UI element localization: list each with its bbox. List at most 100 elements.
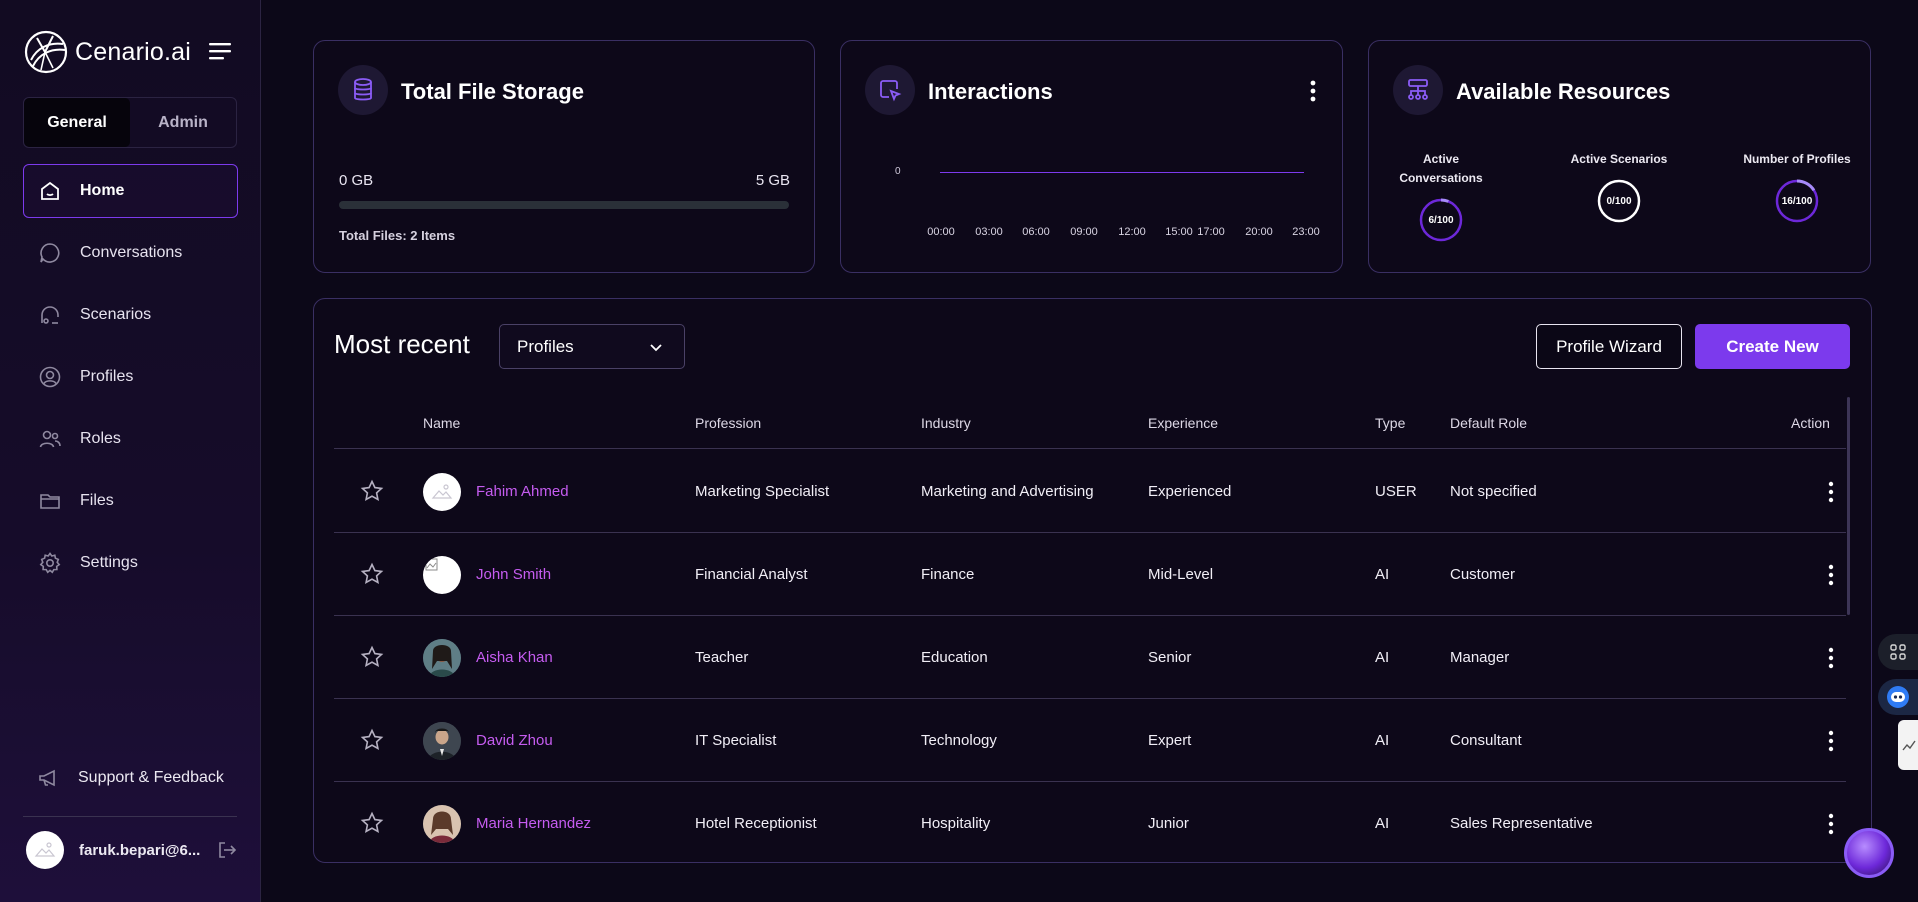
profile-wizard-button[interactable]: Profile Wizard bbox=[1536, 324, 1682, 369]
profile-name-link[interactable]: John Smith bbox=[476, 566, 551, 583]
sidebar-item-scenarios[interactable]: Scenarios bbox=[23, 288, 238, 342]
type-cell: AI bbox=[1375, 732, 1390, 749]
experience-cell: Junior bbox=[1148, 815, 1189, 832]
resource-value: 16/100 bbox=[1781, 195, 1813, 207]
segment-admin[interactable]: Admin bbox=[130, 98, 236, 147]
profile-name-link[interactable]: Fahim Ahmed bbox=[476, 483, 569, 500]
database-icon bbox=[338, 65, 388, 115]
column-header[interactable]: Profession bbox=[695, 415, 761, 431]
assistant-widget-button[interactable] bbox=[1878, 679, 1918, 715]
experience-cell: Mid-Level bbox=[1148, 566, 1214, 583]
brand[interactable]: Cenario.ai bbox=[23, 30, 191, 74]
logout-icon[interactable] bbox=[216, 839, 238, 861]
resource-ring: 0/100 bbox=[1597, 179, 1641, 223]
broken-image-icon bbox=[425, 558, 438, 571]
profile-name-link[interactable]: David Zhou bbox=[476, 732, 553, 749]
x-tick-label: 12:00 bbox=[1118, 226, 1146, 238]
cenario-logo-icon bbox=[24, 30, 68, 74]
row-actions-icon[interactable] bbox=[1819, 561, 1843, 589]
sidebar: Cenario.ai General Admin Home Conversati… bbox=[0, 0, 261, 902]
role-segmented-control: General Admin bbox=[23, 97, 237, 148]
user-account: faruk.bepari@6... bbox=[26, 831, 238, 869]
table-row: Fahim Ahmed Marketing Specialist Marketi… bbox=[334, 450, 1846, 533]
grid-icon bbox=[1890, 644, 1906, 660]
x-tick-label: 09:00 bbox=[1070, 226, 1098, 238]
more-options-icon[interactable] bbox=[1301, 77, 1325, 105]
user-circle-icon bbox=[38, 365, 62, 389]
column-header: Action bbox=[1791, 415, 1830, 431]
profession-cell: Financial Analyst bbox=[695, 566, 808, 583]
card-title: Available Resources bbox=[1456, 79, 1671, 104]
resource-label: Active Conversations bbox=[1399, 152, 1483, 185]
star-icon[interactable] bbox=[360, 479, 384, 503]
segment-general[interactable]: General bbox=[24, 98, 130, 147]
profession-cell: Hotel Receptionist bbox=[695, 815, 817, 832]
row-actions-icon[interactable] bbox=[1819, 727, 1843, 755]
hamburger-menu-icon[interactable] bbox=[206, 40, 234, 62]
storage-files-count: Total Files: 2 Items bbox=[339, 228, 456, 243]
user-email: faruk.bepari@6... bbox=[79, 841, 201, 859]
avatar bbox=[423, 722, 461, 760]
avatar[interactable] bbox=[26, 831, 64, 869]
gear-icon bbox=[38, 551, 62, 575]
resource-active-scenarios: Active Scenarios 0/100 bbox=[1559, 150, 1679, 223]
star-icon[interactable] bbox=[360, 811, 384, 835]
select-value: Profiles bbox=[517, 336, 574, 356]
resource-number-of-profiles: Number of Profiles 16/100 bbox=[1737, 150, 1857, 223]
brand-name: Cenario.ai bbox=[75, 37, 191, 66]
table-header: Name Profession Industry Experience Type… bbox=[334, 397, 1846, 449]
recent-type-select[interactable]: Profiles bbox=[499, 324, 685, 369]
x-tick-label: 03:00 bbox=[975, 226, 1003, 238]
type-cell: USER bbox=[1375, 483, 1417, 500]
storage-max-label: 5 GB bbox=[755, 172, 790, 189]
column-header[interactable]: Type bbox=[1375, 415, 1405, 431]
resource-ring: 6/100 bbox=[1419, 198, 1463, 242]
row-actions-icon[interactable] bbox=[1819, 810, 1843, 838]
cursor-click-icon bbox=[865, 65, 915, 115]
column-header[interactable]: Industry bbox=[921, 415, 971, 431]
sidebar-item-profiles[interactable]: Profiles bbox=[23, 350, 238, 404]
avatar bbox=[423, 639, 461, 677]
scenario-icon bbox=[38, 303, 62, 327]
industry-cell: Technology bbox=[921, 732, 997, 749]
resource-label: Active Scenarios bbox=[1570, 152, 1668, 166]
interactions-card: Interactions 0 00:00 03:00 06:00 09:00 12:00… bbox=[840, 40, 1343, 273]
sidebar-item-roles[interactable]: Roles bbox=[23, 412, 238, 466]
star-icon[interactable] bbox=[360, 645, 384, 669]
profile-name-link[interactable]: Maria Hernandez bbox=[476, 815, 591, 832]
side-tool-button[interactable] bbox=[1898, 720, 1918, 770]
sidebar-item-home[interactable]: Home bbox=[23, 164, 238, 218]
card-title: Interactions bbox=[928, 79, 1053, 104]
star-icon[interactable] bbox=[360, 562, 384, 586]
sidebar-item-label: Conversations bbox=[80, 244, 183, 261]
section-title: Most recent bbox=[334, 329, 470, 359]
sidebar-item-files[interactable]: Files bbox=[23, 474, 238, 528]
person-photo-icon bbox=[423, 639, 461, 677]
series-line bbox=[940, 172, 1304, 173]
sidebar-item-conversations[interactable]: Conversations bbox=[23, 226, 238, 280]
column-header[interactable]: Experience bbox=[1148, 415, 1218, 431]
sidebar-item-label: Roles bbox=[80, 430, 121, 447]
x-tick-label: 00:00 bbox=[927, 226, 955, 238]
row-actions-icon[interactable] bbox=[1819, 478, 1843, 506]
folder-icon bbox=[38, 489, 62, 513]
star-icon[interactable] bbox=[360, 728, 384, 752]
profession-cell: Teacher bbox=[695, 649, 749, 666]
x-tick-label: 17:00 bbox=[1197, 226, 1225, 238]
support-feedback-link[interactable]: Support & Feedback bbox=[37, 766, 224, 790]
sidebar-item-settings[interactable]: Settings bbox=[23, 536, 238, 590]
image-placeholder-icon bbox=[431, 484, 453, 499]
table-scrollbar[interactable] bbox=[1847, 397, 1850, 615]
x-tick-label: 06:00 bbox=[1022, 226, 1050, 238]
profession-cell: IT Specialist bbox=[695, 732, 777, 749]
grid-widget-button[interactable] bbox=[1878, 634, 1918, 670]
create-new-button[interactable]: Create New bbox=[1695, 324, 1850, 369]
ai-assistant-orb-button[interactable] bbox=[1844, 828, 1894, 878]
row-actions-icon[interactable] bbox=[1819, 644, 1843, 672]
sidebar-item-label: Home bbox=[80, 182, 125, 199]
column-header[interactable]: Name bbox=[423, 415, 460, 431]
type-cell: AI bbox=[1375, 566, 1390, 583]
profile-name-link[interactable]: Aisha Khan bbox=[476, 649, 553, 666]
sidebar-nav: Home Conversations Scenarios Profiles Ro… bbox=[23, 164, 238, 598]
column-header[interactable]: Default Role bbox=[1450, 415, 1527, 431]
